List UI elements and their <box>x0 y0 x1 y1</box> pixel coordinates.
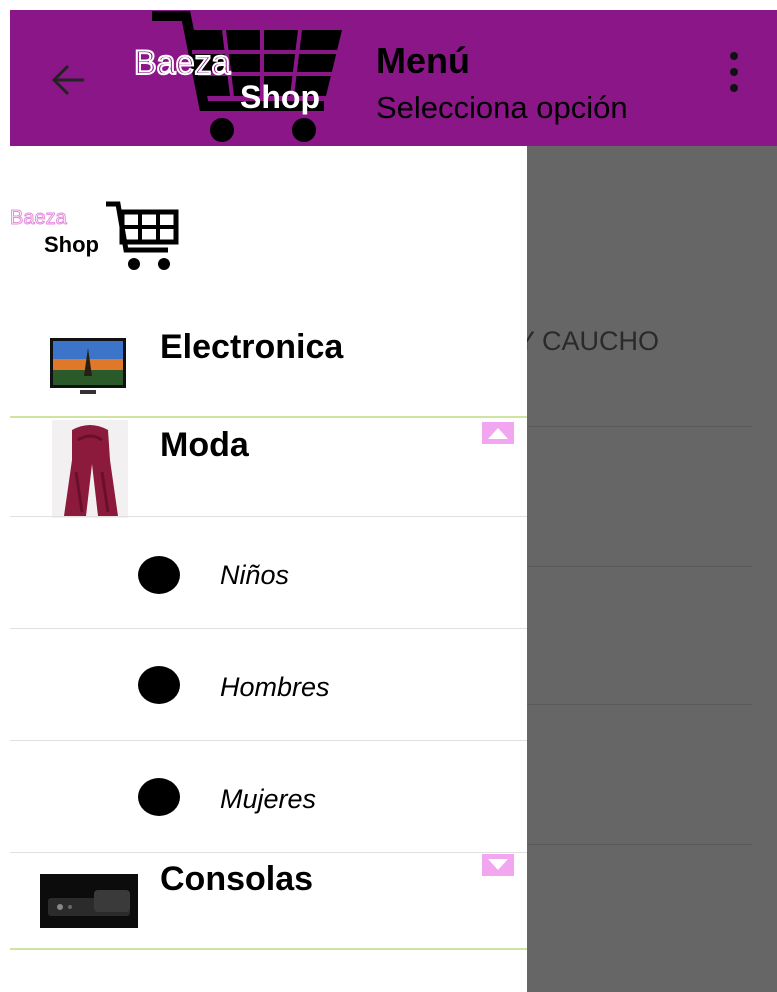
background-scrim[interactable]: Y CAUCHO <box>517 146 777 992</box>
app-bar-title: Menú <box>376 40 470 81</box>
consolas-thumbnail[interactable] <box>40 874 138 928</box>
category-label[interactable]: Electronica <box>160 328 343 367</box>
electronica-thumbnail[interactable] <box>50 336 126 398</box>
drawer-logo-word-bottom: Shop <box>44 232 99 257</box>
category-label[interactable]: Consolas <box>160 860 313 899</box>
background-divider <box>527 844 752 845</box>
app-bar-subtitle: Selecciona opción <box>376 90 628 125</box>
background-list-text: Y CAUCHO <box>517 326 660 356</box>
category-divider <box>10 948 527 950</box>
bullet-icon <box>138 778 180 816</box>
item-divider <box>10 852 527 853</box>
background-divider <box>527 704 752 705</box>
moda-thumbnail[interactable] <box>52 420 128 518</box>
status-strip <box>0 0 777 10</box>
category-divider <box>10 416 527 418</box>
app-logo-word-top: Baeza <box>134 44 230 82</box>
subcategory-item[interactable]: Mujeres <box>220 784 316 815</box>
background-divider <box>527 426 752 427</box>
category-label[interactable]: Moda <box>160 426 249 465</box>
subcategory-item[interactable]: Niños <box>220 560 289 591</box>
bullet-icon <box>138 666 180 704</box>
app-logo-word-bottom: Shop <box>240 79 320 115</box>
bullet-icon <box>138 556 180 594</box>
drawer-logo-word-top: Baeza <box>10 207 68 229</box>
drawer-logo: Baeza Shop <box>10 198 190 276</box>
back-arrow-icon[interactable] <box>48 60 88 100</box>
overflow-menu-icon[interactable] <box>726 52 742 102</box>
expand-arrow-icon[interactable] <box>482 854 514 876</box>
item-divider <box>10 740 527 741</box>
item-divider <box>10 516 527 517</box>
background-divider <box>527 566 752 567</box>
subcategory-item[interactable]: Hombres <box>220 672 330 703</box>
cart-icon <box>106 201 179 270</box>
collapse-arrow-icon[interactable] <box>482 422 514 444</box>
app-logo: Baeza Shop <box>128 10 368 146</box>
app-bar: Baeza Shop Menú Selecciona opción <box>10 10 777 146</box>
item-divider <box>10 628 527 629</box>
navigation-drawer: Baeza Shop Electronica Moda Niños Hombre… <box>0 146 527 992</box>
